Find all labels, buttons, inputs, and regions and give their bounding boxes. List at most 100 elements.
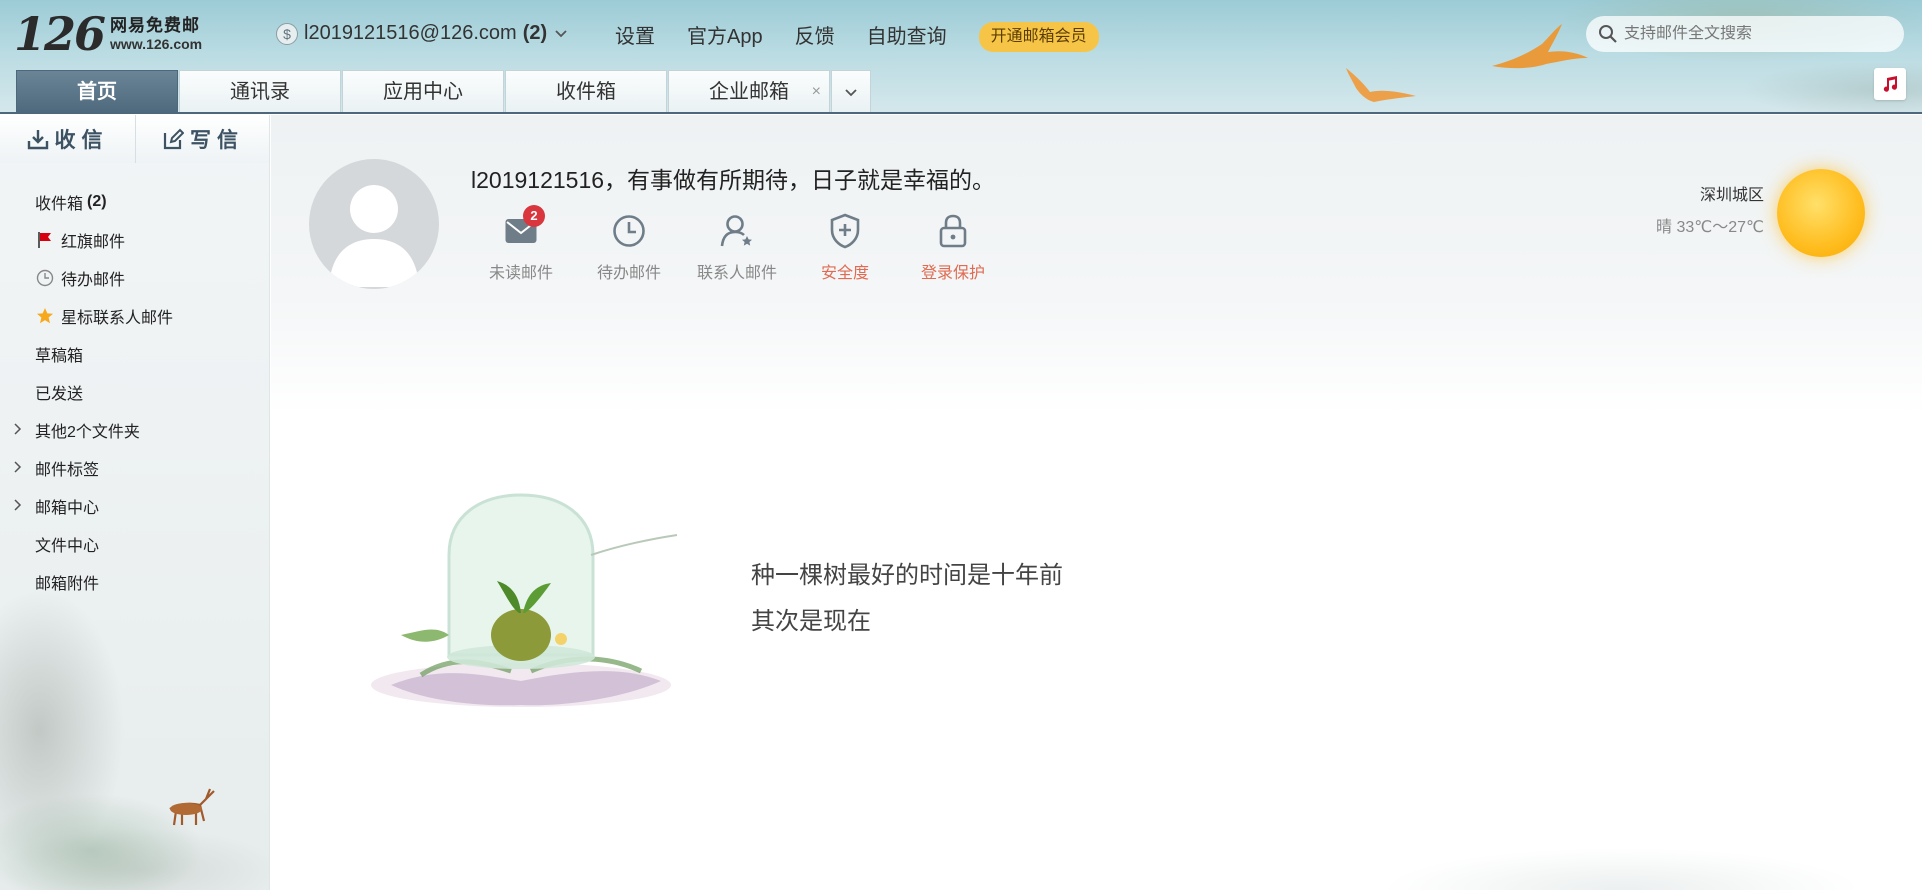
folder-count: (2) bbox=[87, 193, 107, 210]
top-header: 126 网易免费邮 www.126.com $ l2019121516@126.… bbox=[0, 0, 1922, 114]
quote-line-2: 其次是现在 bbox=[751, 608, 871, 635]
close-icon[interactable]: × bbox=[812, 71, 821, 113]
top-nav: 设置 官方App 反馈 自助查询 开通邮箱会员 bbox=[615, 22, 1099, 52]
background-hills bbox=[1222, 770, 1922, 890]
logo-url: www.126.com bbox=[110, 35, 203, 52]
folder-sent[interactable]: 已发送 bbox=[0, 373, 269, 411]
coin-icon: $ bbox=[276, 22, 298, 45]
star-icon bbox=[35, 306, 55, 326]
folder-drafts[interactable]: 草稿箱 bbox=[0, 335, 269, 373]
greeting-text: l2019121516，有事做有所期待，日子就是幸福的。 bbox=[471, 167, 996, 193]
tab-label: 应用中心 bbox=[383, 81, 463, 103]
folder-other-folders[interactable]: 其他2个文件夹 bbox=[0, 411, 269, 449]
music-button[interactable] bbox=[1874, 68, 1906, 100]
self-query-link[interactable]: 自助查询 bbox=[867, 24, 947, 50]
receive-button[interactable]: 收信 bbox=[0, 115, 135, 163]
search-box[interactable] bbox=[1586, 16, 1904, 52]
folder-label: 收件箱 bbox=[35, 196, 84, 213]
quick-links: 2 未读邮件 待办邮件 联系人邮件 安全度 登录保护 bbox=[467, 205, 1007, 283]
quote: 种一棵树最好的时间是十年前 其次是现在 bbox=[751, 553, 1063, 645]
clock-icon bbox=[609, 211, 649, 251]
contact-star-icon bbox=[717, 211, 757, 251]
plant-dome-illustration bbox=[371, 493, 678, 707]
folder-label: 邮箱中心 bbox=[35, 500, 100, 517]
logo-number: 126 bbox=[14, 7, 106, 61]
tab-bar: 首页 通讯录 应用中心 收件箱 企业邮箱 × bbox=[16, 70, 871, 114]
quick-label: 未读邮件 bbox=[488, 265, 553, 282]
quick-label: 待办邮件 bbox=[596, 265, 661, 282]
chevron-right-icon[interactable] bbox=[14, 422, 22, 438]
folder-label: 已发送 bbox=[35, 386, 84, 403]
folder-label: 红旗邮件 bbox=[61, 234, 126, 251]
clock-icon bbox=[35, 268, 55, 288]
avatar[interactable] bbox=[309, 159, 439, 289]
weather-widget[interactable]: 深圳城区 晴 33℃～27℃ bbox=[1656, 181, 1764, 237]
tab-app-center[interactable]: 应用中心 bbox=[342, 70, 504, 114]
tab-more-button[interactable] bbox=[831, 70, 871, 114]
tab-label: 企业邮箱 bbox=[709, 81, 789, 103]
folder-file-center[interactable]: 文件中心 bbox=[0, 525, 269, 563]
weather-city: 深圳城区 bbox=[1699, 187, 1764, 204]
folder-todo[interactable]: 待办邮件 bbox=[0, 259, 269, 297]
folder-label: 邮箱附件 bbox=[35, 576, 100, 593]
lock-icon bbox=[933, 211, 973, 251]
tab-enterprise-mail[interactable]: 企业邮箱 × bbox=[668, 70, 830, 114]
edit-icon bbox=[163, 128, 184, 150]
quick-login-protection[interactable]: 登录保护 bbox=[899, 211, 1007, 283]
bird-decoration-icon bbox=[1492, 24, 1588, 69]
folder-label: 待办邮件 bbox=[61, 272, 126, 289]
user-silhouette-icon bbox=[329, 185, 419, 287]
logo-title: 网易免费邮 bbox=[110, 16, 201, 36]
folder-list: 收件箱 (2) 红旗邮件 待办邮件 星标联系人邮件 草稿箱 已发送 其他2个文件… bbox=[0, 183, 269, 601]
chevron-down-icon bbox=[555, 26, 567, 41]
quick-label: 安全度 bbox=[820, 265, 869, 282]
weather-temperature: 晴 33℃～27℃ bbox=[1656, 219, 1764, 236]
folder-label: 星标联系人邮件 bbox=[61, 310, 174, 327]
quick-security-level[interactable]: 安全度 bbox=[791, 211, 899, 283]
folder-red-flag[interactable]: 红旗邮件 bbox=[0, 221, 269, 259]
folder-starred-contacts[interactable]: 星标联系人邮件 bbox=[0, 297, 269, 335]
download-icon bbox=[27, 130, 48, 150]
tab-contacts[interactable]: 通讯录 bbox=[179, 70, 341, 114]
shield-icon bbox=[825, 211, 865, 251]
search-input[interactable] bbox=[1624, 25, 1894, 43]
tab-label: 首页 bbox=[77, 81, 117, 103]
quick-todo-mail[interactable]: 待办邮件 bbox=[575, 211, 683, 283]
logo[interactable]: 126 网易免费邮 www.126.com bbox=[14, 10, 202, 58]
account-switcher[interactable]: $ l2019121516@126.com (2) bbox=[276, 22, 567, 45]
tab-inbox[interactable]: 收件箱 bbox=[505, 70, 667, 114]
receive-label: 收信 bbox=[54, 129, 109, 152]
chevron-right-icon[interactable] bbox=[14, 498, 22, 514]
quick-contact-mail[interactable]: 联系人邮件 bbox=[683, 211, 791, 283]
quick-label: 联系人邮件 bbox=[696, 265, 777, 282]
deer-illustration bbox=[169, 788, 215, 826]
chevron-right-icon[interactable] bbox=[14, 460, 22, 476]
folder-label: 草稿箱 bbox=[35, 348, 84, 365]
compose-button[interactable]: 写信 bbox=[135, 115, 269, 163]
compose-label: 写信 bbox=[190, 129, 244, 152]
folder-inbox[interactable]: 收件箱 (2) bbox=[0, 183, 269, 221]
tab-label: 收件箱 bbox=[556, 81, 616, 103]
folder-mailbox-center[interactable]: 邮箱中心 bbox=[0, 487, 269, 525]
sidebar: 收信 写信 收件箱 (2) 红旗邮件 待办邮件 星标联系人邮件 草稿箱 已发送 … bbox=[0, 115, 270, 890]
folder-mail-tags[interactable]: 邮件标签 bbox=[0, 449, 269, 487]
quick-label: 登录保护 bbox=[920, 265, 985, 282]
official-app-link[interactable]: 官方App bbox=[687, 24, 763, 50]
tab-label: 通讯录 bbox=[230, 81, 290, 103]
quick-unread-mail[interactable]: 2 未读邮件 bbox=[467, 205, 575, 283]
main-content: l2019121516，有事做有所期待，日子就是幸福的。 2 未读邮件 待办邮件… bbox=[271, 115, 1922, 890]
unread-badge: 2 bbox=[523, 205, 545, 227]
account-unread-count: (2) bbox=[522, 22, 548, 44]
account-email: l2019121516@126.com bbox=[304, 22, 517, 44]
search-icon[interactable] bbox=[1598, 24, 1618, 44]
folder-label: 其他2个文件夹 bbox=[35, 424, 140, 441]
tab-home[interactable]: 首页 bbox=[16, 70, 178, 114]
vip-button[interactable]: 开通邮箱会员 bbox=[978, 22, 1099, 52]
chevron-down-icon bbox=[845, 89, 857, 97]
music-note-icon bbox=[1883, 76, 1898, 92]
folder-attachments[interactable]: 邮箱附件 bbox=[0, 563, 269, 601]
quote-line-1: 种一棵树最好的时间是十年前 bbox=[751, 562, 1063, 589]
feedback-link[interactable]: 反馈 bbox=[795, 24, 835, 50]
settings-link[interactable]: 设置 bbox=[615, 24, 655, 50]
folder-label: 邮件标签 bbox=[35, 462, 100, 479]
